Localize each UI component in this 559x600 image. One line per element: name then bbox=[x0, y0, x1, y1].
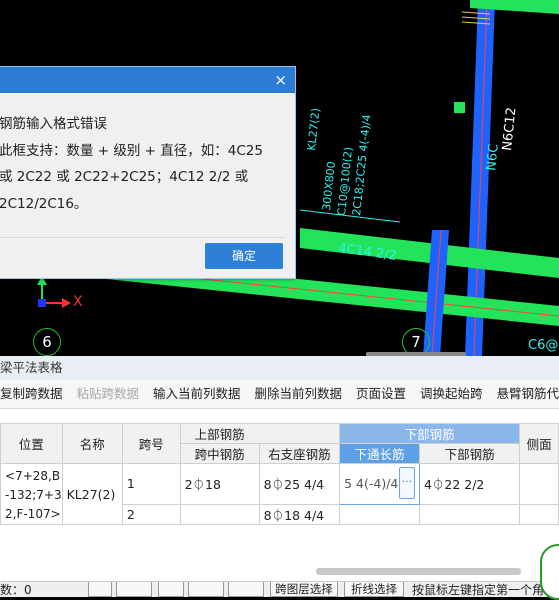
header-span: 跨号 bbox=[122, 424, 180, 464]
beam-table-panel: 梁平法表格 复制跨数据 粘贴跨数据 输入当前列数据 删除当前列数据 页面设置 调… bbox=[0, 356, 559, 596]
bottom-through-value[interactable]: 5 4(-4)/4 bbox=[344, 476, 398, 491]
cell-bottom-through[interactable] bbox=[340, 504, 420, 524]
paste-span-data-button[interactable]: 粘贴跨数据 bbox=[77, 386, 140, 401]
table-hscroll-thumb[interactable] bbox=[316, 568, 521, 575]
copy-span-data-button[interactable]: 复制跨数据 bbox=[0, 386, 63, 401]
header-bottom-bar: 下部钢筋 bbox=[419, 444, 519, 464]
cell-side[interactable] bbox=[520, 504, 559, 524]
cell-mid-span[interactable]: 2⏀18 bbox=[180, 464, 259, 505]
status-bar: 数：0 跨图层选择 折线选择 按鼠标左键指定第一个角 bbox=[0, 581, 559, 597]
dialog-line-3: 或 2C22 或 2C22+2C25；4C12 2/2 或 bbox=[0, 164, 263, 191]
status-angle-button[interactable] bbox=[188, 581, 224, 597]
status-count: 数：0 bbox=[0, 581, 32, 597]
header-side: 侧面 bbox=[520, 424, 559, 464]
header-bottom-rebar: 下部钢筋 bbox=[340, 424, 520, 444]
dialog-line-2: 此框支持：数量 + 级别 + 直径，如：4C25 bbox=[0, 138, 263, 165]
span-layer-select-button[interactable]: 跨图层选择 bbox=[270, 581, 338, 597]
delete-column-data-button[interactable]: 删除当前列数据 bbox=[255, 386, 343, 401]
dialog-titlebar: × bbox=[0, 67, 295, 93]
close-icon[interactable]: × bbox=[274, 71, 287, 89]
header-name: 名称 bbox=[62, 424, 122, 464]
position-line: 2,F-107> bbox=[5, 505, 62, 524]
header-mid-span: 跨中钢筋 bbox=[180, 444, 259, 464]
position-line: <7+28,B bbox=[5, 467, 62, 486]
axis-marker-6: 6 bbox=[33, 328, 61, 356]
grip-handle bbox=[454, 102, 465, 113]
ellipsis-button[interactable]: ··· bbox=[399, 467, 415, 499]
cell-bottom-bar[interactable] bbox=[419, 504, 519, 524]
status-hint: 按鼠标左键指定第一个角 bbox=[412, 581, 544, 597]
cell-position[interactable]: <7+28,B -132;7+3 2,F-107> bbox=[1, 464, 63, 525]
ok-button[interactable]: 确定 bbox=[205, 243, 283, 269]
panel-title: 梁平法表格 bbox=[0, 356, 559, 380]
corner-label: C6@ bbox=[528, 338, 558, 353]
assistant-badge[interactable] bbox=[540, 544, 559, 600]
column-label-b: N6C bbox=[484, 143, 502, 171]
cell-bottom-bar[interactable]: 4⏀22 2/2 bbox=[419, 464, 519, 505]
cell-side[interactable] bbox=[520, 464, 559, 505]
status-select-button[interactable] bbox=[116, 581, 152, 597]
dialog-line-4: 2C12/2C16。 bbox=[0, 191, 263, 218]
dialog-message: 钢筋输入格式错误 此框支持：数量 + 级别 + 直径，如：4C25 或 2C22… bbox=[0, 111, 263, 217]
cell-mid-span[interactable] bbox=[180, 504, 259, 524]
status-cross-button[interactable] bbox=[158, 581, 184, 597]
x-axis-label: X bbox=[73, 294, 83, 310]
header-right-support: 右支座钢筋 bbox=[259, 444, 339, 464]
beam-table: 位置 名称 跨号 上部钢筋 下部钢筋 侧面 跨中钢筋 右支座钢筋 下通长筋 下部… bbox=[0, 423, 559, 525]
status-plus-button[interactable] bbox=[228, 581, 264, 597]
status-tool-button[interactable] bbox=[88, 581, 112, 597]
position-line: -132;7+3 bbox=[5, 486, 62, 505]
dialog-separator bbox=[0, 237, 285, 238]
input-column-data-button[interactable]: 输入当前列数据 bbox=[153, 386, 241, 401]
cell-right-support[interactable]: 8⏀25 4/4 bbox=[259, 464, 339, 505]
polyline-select-button[interactable]: 折线选择 bbox=[344, 581, 404, 597]
page-setup-button[interactable]: 页面设置 bbox=[356, 386, 406, 401]
cell-bottom-through-editing[interactable]: 5 4(-4)/4 ··· bbox=[340, 464, 420, 505]
cell-name[interactable]: KL27(2) bbox=[62, 464, 122, 525]
header-position: 位置 bbox=[1, 424, 63, 464]
cell-right-support[interactable]: 8⏀18 4/4 bbox=[259, 504, 339, 524]
dialog-line-1: 钢筋输入格式错误 bbox=[0, 111, 263, 138]
header-bottom-through[interactable]: 下通长筋 bbox=[340, 444, 420, 464]
panel-toolbar: 复制跨数据 粘贴跨数据 输入当前列数据 删除当前列数据 页面设置 调换起始跨 悬… bbox=[0, 380, 559, 409]
cell-span[interactable]: 2 bbox=[122, 504, 180, 524]
header-top-rebar: 上部钢筋 bbox=[180, 424, 339, 444]
error-dialog: × 钢筋输入格式错误 此框支持：数量 + 级别 + 直径，如：4C25 或 2C… bbox=[0, 66, 296, 279]
swap-start-span-button[interactable]: 调换起始跨 bbox=[420, 386, 483, 401]
cantilever-code-button[interactable]: 悬臂钢筋代号 bbox=[497, 386, 559, 401]
cell-span[interactable]: 1 bbox=[122, 464, 180, 505]
